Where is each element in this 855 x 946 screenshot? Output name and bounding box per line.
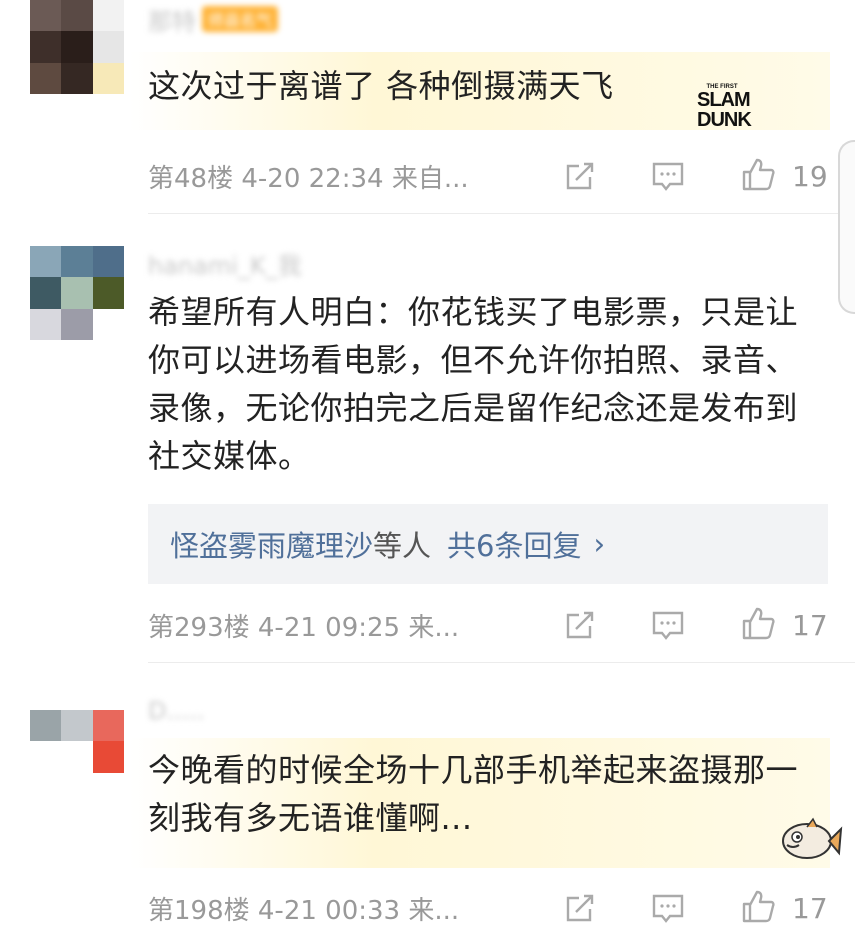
username[interactable]: hanami_K_我 bbox=[148, 248, 302, 280]
avatar[interactable] bbox=[30, 710, 124, 804]
comment-text: 今晚看的时候全场十几部手机举起来盗摄那一刻我有多无语谁懂啊... bbox=[148, 751, 799, 837]
user-badge: 师县名气 bbox=[202, 6, 279, 32]
comment-icon[interactable] bbox=[650, 158, 686, 194]
like-count: 17 bbox=[792, 609, 828, 642]
reply-count[interactable]: 共6条回复 bbox=[447, 523, 581, 565]
thumbs-up-icon[interactable] bbox=[740, 605, 776, 641]
avatar[interactable] bbox=[30, 0, 124, 94]
side-handle[interactable] bbox=[838, 140, 855, 314]
chevron-right-icon: › bbox=[593, 527, 606, 561]
share-icon[interactable] bbox=[562, 607, 598, 643]
divider bbox=[148, 662, 855, 663]
share-icon[interactable] bbox=[562, 158, 598, 194]
username-text: hanami_K_我 bbox=[148, 251, 302, 280]
comment-icon[interactable] bbox=[650, 890, 686, 926]
comment-meta: 第48楼 4-20 22:34 来自... 19 bbox=[148, 156, 828, 196]
share-icon[interactable] bbox=[562, 890, 598, 926]
username-text: D..... bbox=[148, 697, 205, 725]
thumbs-up-icon[interactable] bbox=[740, 888, 776, 924]
comment-text: 希望所有人明白：你花钱买了电影票，只是让你可以进场看电影，但不允许你拍照、录音、… bbox=[148, 293, 799, 475]
username[interactable]: D..... bbox=[148, 696, 205, 726]
divider bbox=[148, 213, 855, 214]
comment-meta: 第198楼 4-21 00:33 来... 17 bbox=[148, 888, 828, 928]
username-text: 那特 bbox=[148, 7, 196, 36]
slam-dunk-sticker: THE FIRST SLAM DUNK bbox=[697, 84, 752, 131]
comment-icon[interactable] bbox=[650, 607, 686, 643]
like-count: 19 bbox=[792, 160, 828, 193]
username[interactable]: 那特 师县名气 bbox=[148, 4, 279, 36]
floor-time-source: 第48楼 4-20 22:34 来自... bbox=[148, 163, 469, 194]
replies-preview[interactable]: 怪盗雾雨魔理沙 等人 共6条回复 › bbox=[148, 504, 828, 584]
comment-meta: 第293楼 4-21 09:25 来... 17 bbox=[148, 605, 828, 645]
thumbs-up-icon[interactable] bbox=[740, 156, 776, 192]
reply-etc: 等人 bbox=[373, 529, 432, 563]
floor-time-source: 第293楼 4-21 09:25 来... bbox=[148, 612, 460, 643]
floor-time-source: 第198楼 4-21 00:33 来... bbox=[148, 895, 460, 926]
fish-sticker-icon bbox=[782, 817, 843, 859]
avatar[interactable] bbox=[30, 246, 124, 340]
like-count: 17 bbox=[792, 892, 828, 925]
reply-user-names[interactable]: 怪盗雾雨魔理沙 bbox=[170, 523, 373, 565]
